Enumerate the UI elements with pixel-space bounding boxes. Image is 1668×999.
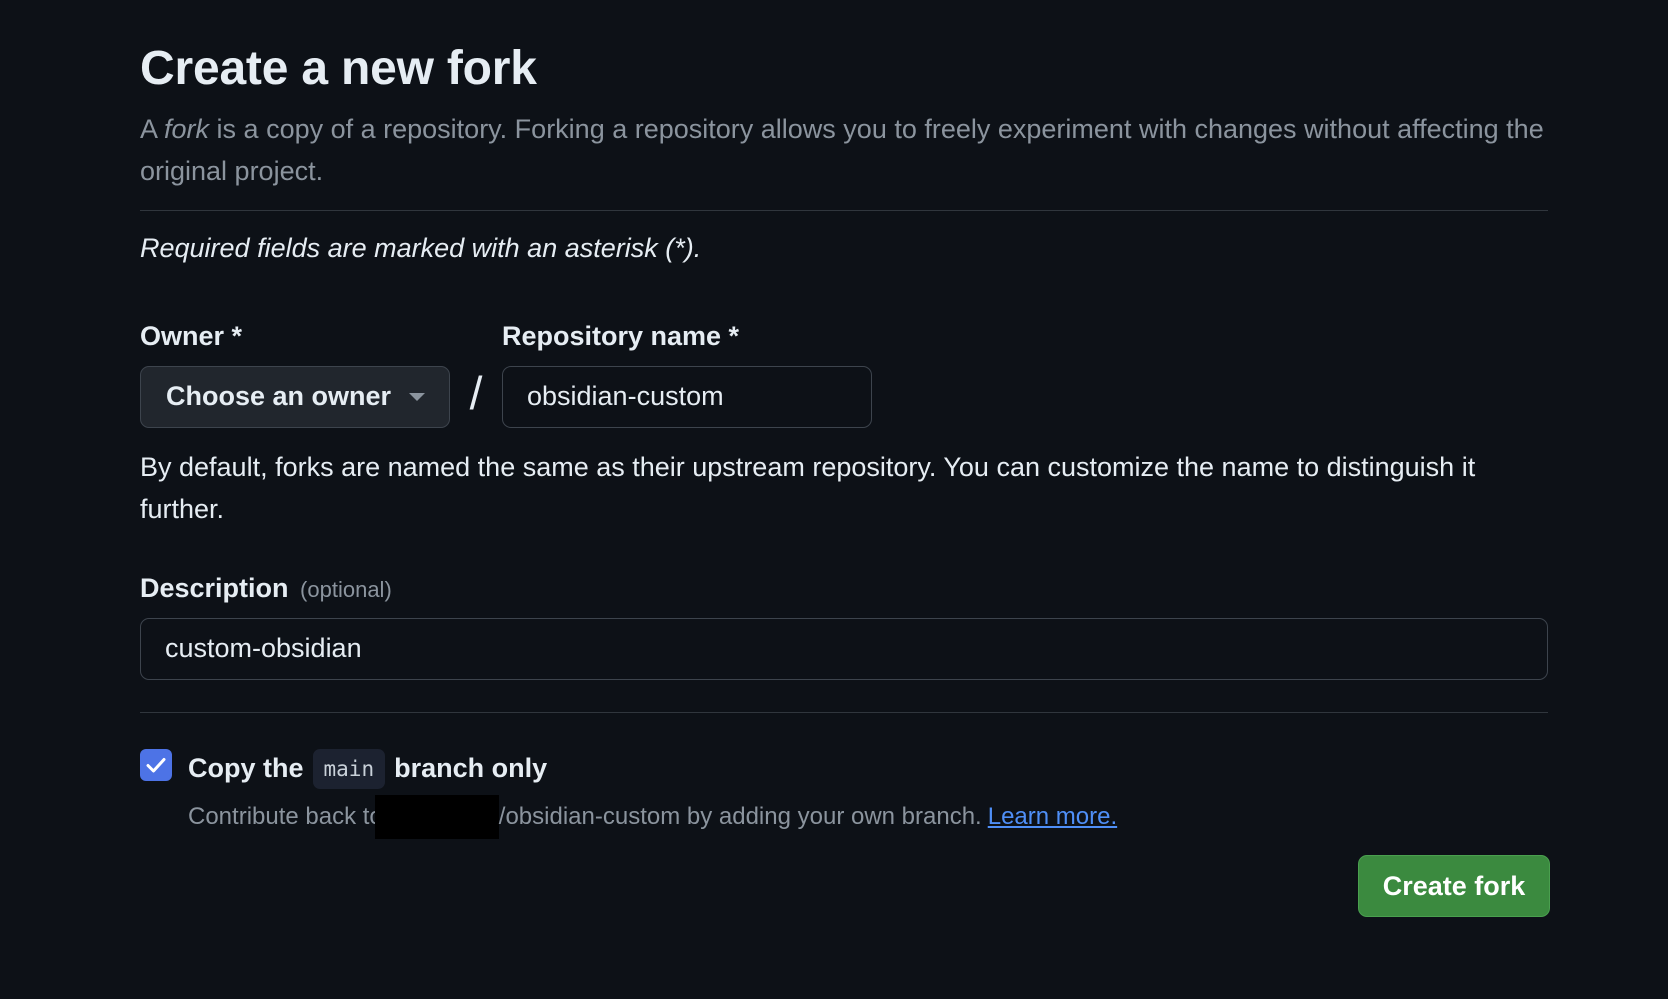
copy-branch-sub-prefix: Contribute back to [188,802,383,830]
copy-main-branch-checkbox[interactable] [140,748,172,781]
learn-more-link[interactable]: Learn more. [988,803,1117,831]
repository-name-help: By default, forks are named the same as … [140,451,1476,524]
description-label: Description (optional) [140,570,1548,606]
checkmark-icon [146,757,166,773]
divider [140,209,1548,211]
divider [140,711,1548,713]
copy-branch-title-suffix: branch only [394,753,548,784]
copy-branch-title-prefix: Copy the [188,753,304,784]
required-fields-note: Required fields are marked with an aster… [140,232,702,263]
owner-repo-row: Owner * Choose an owner / Repository nam… [140,318,1548,428]
owner-dropdown-button[interactable]: Choose an owner [140,365,450,428]
fork-page: Create a new fork A fork is a copy of a … [0,0,1668,999]
redacted-owner-block [374,794,499,839]
copy-branch-option: Copy the main branch only Contribute bac… [140,748,1548,839]
repository-name-input[interactable] [502,365,872,428]
repository-name-field: Repository name * [502,318,872,428]
create-fork-button[interactable]: Create fork [1358,855,1550,917]
branch-name-code: main [312,748,386,789]
description-field: Description (optional) [140,570,1548,680]
owner-label: Owner * [140,320,243,351]
copy-branch-text: Copy the main branch only Contribute bac… [188,748,1117,839]
copy-branch-description: Contribute back to /obsidian-custom by a… [188,794,1117,839]
description-label-text: Description [140,572,289,603]
copy-branch-sub-repo: /obsidian-custom by adding your own bran… [498,802,982,830]
triangle-down-icon [409,392,425,401]
owner-dropdown-label: Choose an owner [166,381,392,412]
copy-branch-title: Copy the main branch only [188,748,1117,789]
description-input[interactable] [140,617,1548,680]
owner-repo-separator: / [469,366,483,419]
fork-form: Create a new fork A fork is a copy of a … [140,40,1548,839]
repository-name-label: Repository name * [502,320,740,351]
page-subtitle: A fork is a copy of a repository. Forkin… [140,108,1548,192]
subtitle-rest: is a copy of a repository. Forking a rep… [140,113,1544,186]
subtitle-prefix: A [140,113,165,144]
owner-field: Owner * Choose an owner [140,318,450,428]
description-optional-hint: (optional) [300,576,392,602]
subtitle-fork-term: fork [164,113,210,144]
page-title: Create a new fork [140,42,537,95]
